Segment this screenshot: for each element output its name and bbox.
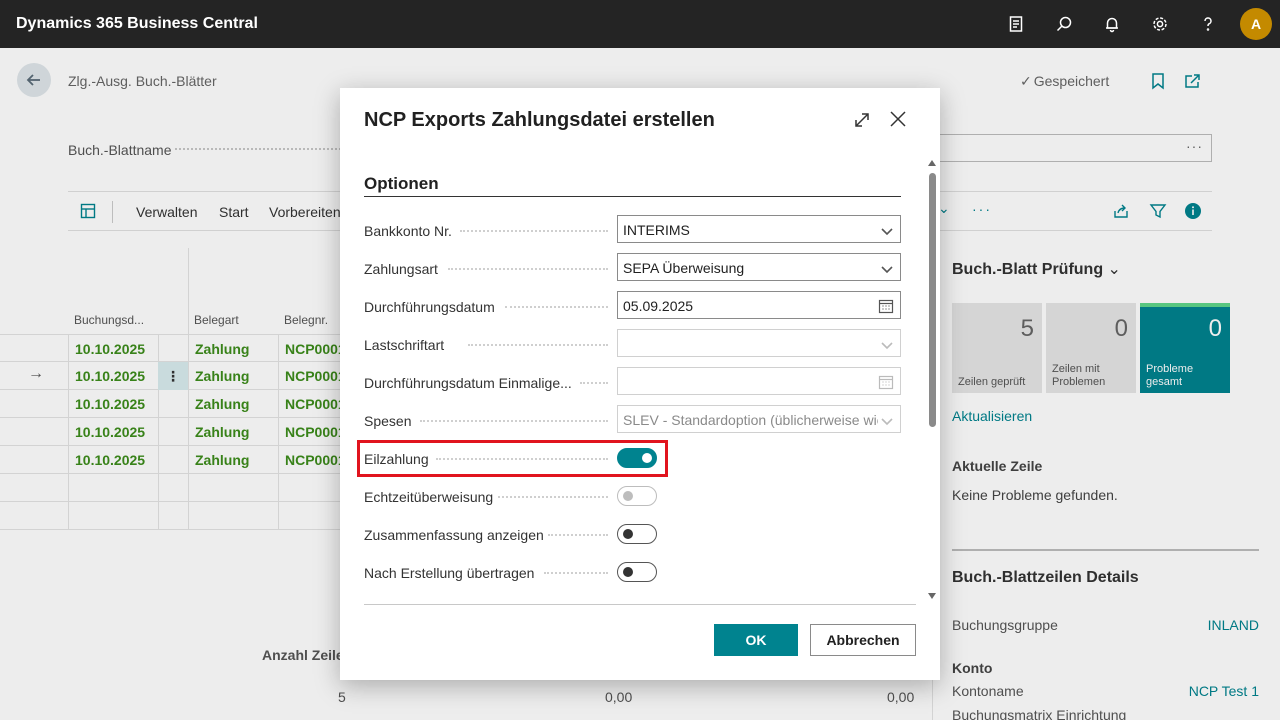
field-dots	[460, 230, 608, 232]
payment-type-label: Zahlungsart	[364, 261, 438, 277]
show-summary-label: Zusammenfassung anzeigen	[364, 527, 544, 543]
payment-type-select[interactable]: SEPA Überweisung	[617, 253, 901, 281]
field-dots	[505, 306, 608, 308]
instant-transfer-toggle[interactable]	[617, 486, 657, 506]
document-icon[interactable]	[992, 0, 1040, 48]
options-section-title[interactable]: Optionen	[364, 174, 439, 194]
chevron-down-icon	[881, 262, 893, 274]
ok-button[interactable]: OK	[714, 624, 798, 656]
field-dots	[544, 572, 608, 574]
dialog-footer-divider	[364, 604, 916, 605]
field-dots	[420, 420, 608, 422]
charges-label: Spesen	[364, 413, 412, 429]
calendar-icon[interactable]	[878, 374, 894, 390]
direct-debit-type-select[interactable]	[617, 329, 901, 357]
top-bar-icons: A	[992, 0, 1280, 48]
transfer-after-creation-toggle[interactable]	[617, 562, 657, 582]
instant-transfer-label: Echtzeitüberweisung	[364, 489, 494, 505]
field-dots	[448, 268, 608, 270]
urgent-payment-toggle[interactable]	[617, 448, 657, 468]
execution-date-input[interactable]: 05.09.2025	[617, 291, 901, 319]
help-icon[interactable]	[1184, 0, 1232, 48]
expand-icon[interactable]	[852, 110, 872, 130]
charges-value: SLEV - Standardoption (üblicherweise wie	[623, 412, 878, 428]
scrollbar-thumb[interactable]	[929, 173, 936, 427]
field-dots	[468, 344, 608, 346]
toggle-knob	[623, 491, 633, 501]
export-payment-file-dialog: NCP Exports Zahlungsdatei erstellen Opti…	[340, 88, 940, 680]
bell-icon[interactable]	[1088, 0, 1136, 48]
single-execution-date-input[interactable]	[617, 367, 901, 395]
bank-account-label: Bankkonto Nr.	[364, 223, 452, 239]
field-dots	[580, 382, 608, 384]
chevron-down-icon	[881, 338, 893, 350]
search-icon[interactable]	[1040, 0, 1088, 48]
chevron-down-icon	[881, 224, 893, 236]
section-divider	[364, 196, 901, 197]
urgent-payment-label: Eilzahlung	[364, 451, 429, 467]
toggle-knob	[642, 453, 652, 463]
chevron-down-icon	[881, 414, 893, 426]
charges-select[interactable]: SLEV - Standardoption (üblicherweise wie	[617, 405, 901, 433]
cancel-button[interactable]: Abbrechen	[810, 624, 916, 656]
gear-icon[interactable]	[1136, 0, 1184, 48]
single-execution-date-label: Durchführungsdatum Einmalige...	[364, 375, 572, 391]
dialog-title: NCP Exports Zahlungsdatei erstellen	[364, 109, 715, 131]
bank-account-value: INTERIMS	[623, 222, 690, 238]
scroll-up-arrow[interactable]	[928, 160, 936, 166]
field-dots	[498, 496, 608, 498]
app-title[interactable]: Dynamics 365 Business Central	[16, 15, 258, 33]
avatar[interactable]: A	[1240, 8, 1272, 40]
scroll-down-arrow[interactable]	[928, 593, 936, 599]
calendar-icon[interactable]	[878, 298, 894, 314]
toggle-knob	[623, 567, 633, 577]
execution-date-value: 05.09.2025	[623, 298, 694, 314]
execution-date-label: Durchführungsdatum	[364, 299, 495, 315]
field-dots	[548, 534, 608, 536]
toggle-knob	[623, 529, 633, 539]
direct-debit-type-label: Lastschriftart	[364, 337, 445, 353]
close-icon[interactable]	[888, 109, 908, 129]
bank-account-select[interactable]: INTERIMS	[617, 215, 901, 243]
top-bar: Dynamics 365 Business Central A	[0, 0, 1280, 48]
show-summary-toggle[interactable]	[617, 524, 657, 544]
field-dots	[436, 458, 608, 460]
payment-type-value: SEPA Überweisung	[623, 260, 745, 276]
transfer-after-creation-label: Nach Erstellung übertragen	[364, 565, 535, 581]
